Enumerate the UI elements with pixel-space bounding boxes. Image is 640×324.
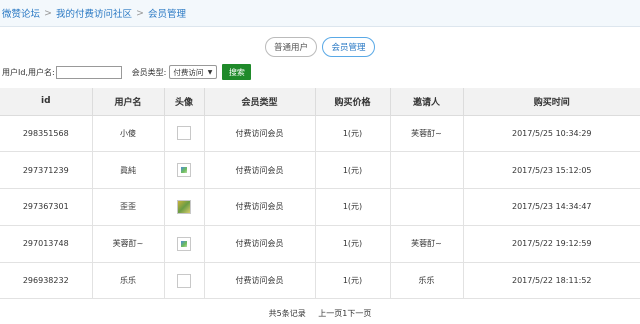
cell-purchase-time: 2017/5/22 19:12:59	[463, 225, 640, 263]
cell-username: 芙蓉酊~	[92, 225, 165, 263]
search-button[interactable]: 搜索	[222, 64, 252, 80]
user-id-label: 用户Id,用户名:	[2, 67, 55, 77]
tab-member-management[interactable]: 会员管理	[322, 37, 375, 57]
member-type-select[interactable]: 付费访问 ▼	[169, 65, 218, 79]
cell-price: 1(元)	[315, 151, 391, 190]
cell-id: 297013748	[0, 225, 93, 263]
avatar[interactable]	[177, 273, 191, 288]
column-header-username: 用户名	[92, 88, 165, 116]
column-header-id: id	[0, 88, 93, 116]
column-header-avatar: 头像	[164, 88, 205, 116]
avatar[interactable]	[177, 126, 191, 141]
breadcrumb-community-link[interactable]: 我的付费访问社区	[56, 6, 132, 20]
cell-id: 297371239	[0, 151, 93, 190]
broken-image-icon[interactable]	[177, 163, 191, 178]
cell-username: 乐乐	[92, 262, 165, 300]
cell-inviter: 芙蓉酊~	[390, 225, 464, 263]
cell-purchase-time: 2017/5/23 14:34:47	[463, 188, 640, 226]
cell-purchase-time: 2017/5/23 15:12:05	[463, 151, 640, 190]
cell-avatar	[164, 225, 205, 263]
breadcrumb-separator: >	[136, 7, 144, 19]
column-header-member-type: 会员类型	[204, 88, 316, 116]
cell-purchase-time: 2017/5/25 10:34:29	[463, 115, 640, 153]
pagination: 共5条记录 上一页1下一页	[0, 308, 640, 319]
column-header-price: 购买价格	[315, 88, 391, 116]
page-links[interactable]: 上一页1下一页	[318, 309, 371, 318]
broken-image-icon[interactable]	[177, 236, 191, 251]
cell-avatar	[164, 115, 205, 153]
cell-inviter	[390, 188, 464, 226]
member-type-label: 会员类型:	[131, 67, 167, 77]
cell-username: 小傻	[92, 115, 165, 153]
member-type-selected: 付费访问	[173, 67, 204, 77]
table-row: 298351568 小傻 付费访问会员 1(元) 芙蓉酊~ 2017/5/25 …	[0, 115, 640, 153]
cell-id: 298351568	[0, 115, 93, 153]
cell-username: 歪歪	[92, 188, 165, 226]
cell-avatar	[164, 151, 205, 190]
cell-inviter: 乐乐	[390, 262, 464, 300]
table-row: 297013748 芙蓉酊~ 付费访问会员 1(元) 芙蓉酊~ 2017/5/2…	[0, 225, 640, 263]
breadcrumb-member-management-link[interactable]: 会员管理	[148, 6, 186, 20]
breadcrumb-forum-link[interactable]: 微赞论坛	[2, 6, 40, 20]
user-id-input[interactable]	[55, 65, 122, 79]
cell-member-type: 付费访问会员	[204, 225, 316, 263]
cell-id: 296938232	[0, 262, 93, 300]
user-type-tabs: 普通用户 会员管理	[0, 37, 640, 57]
record-count: 共5条记录	[268, 309, 306, 318]
table-row: 296938232 乐乐 付费访问会员 1(元) 乐乐 2017/5/22 18…	[0, 262, 640, 300]
cell-avatar	[164, 262, 205, 300]
member-table: id 用户名 头像 会员类型 购买价格 邀请人 购买时间 298351568 小…	[0, 88, 640, 300]
cell-member-type: 付费访问会员	[204, 115, 316, 153]
breadcrumb: 微赞论坛 > 我的付费访问社区 > 会员管理	[0, 0, 640, 27]
table-row: 297371239 眞純 付费访问会员 1(元) 2017/5/23 15:12…	[0, 151, 640, 190]
cell-member-type: 付费访问会员	[204, 151, 316, 190]
cell-price: 1(元)	[315, 188, 391, 226]
cell-price: 1(元)	[315, 115, 391, 153]
cell-price: 1(元)	[315, 262, 391, 300]
cell-member-type: 付费访问会员	[204, 262, 316, 300]
breadcrumb-separator: >	[44, 7, 52, 19]
filter-bar: 用户Id,用户名: 会员类型: 付费访问 ▼ 搜索	[2, 64, 252, 80]
cell-purchase-time: 2017/5/22 18:11:52	[463, 262, 640, 300]
column-header-inviter: 邀请人	[390, 88, 464, 116]
cell-member-type: 付费访问会员	[204, 188, 316, 226]
cell-inviter	[390, 151, 464, 190]
column-header-purchase-time: 购买时间	[463, 88, 640, 116]
avatar[interactable]	[177, 199, 191, 214]
cell-price: 1(元)	[315, 225, 391, 263]
cell-avatar	[164, 188, 205, 226]
cell-inviter: 芙蓉酊~	[390, 115, 464, 153]
chevron-down-icon: ▼	[207, 69, 213, 76]
cell-id: 297367301	[0, 188, 93, 226]
cell-username: 眞純	[92, 151, 165, 190]
table-header-row: id 用户名 头像 会员类型 购买价格 邀请人 购买时间	[0, 88, 640, 116]
tab-normal-users[interactable]: 普通用户	[265, 37, 317, 57]
table-row: 297367301 歪歪 付费访问会员 1(元) 2017/5/23 14:34…	[0, 188, 640, 226]
